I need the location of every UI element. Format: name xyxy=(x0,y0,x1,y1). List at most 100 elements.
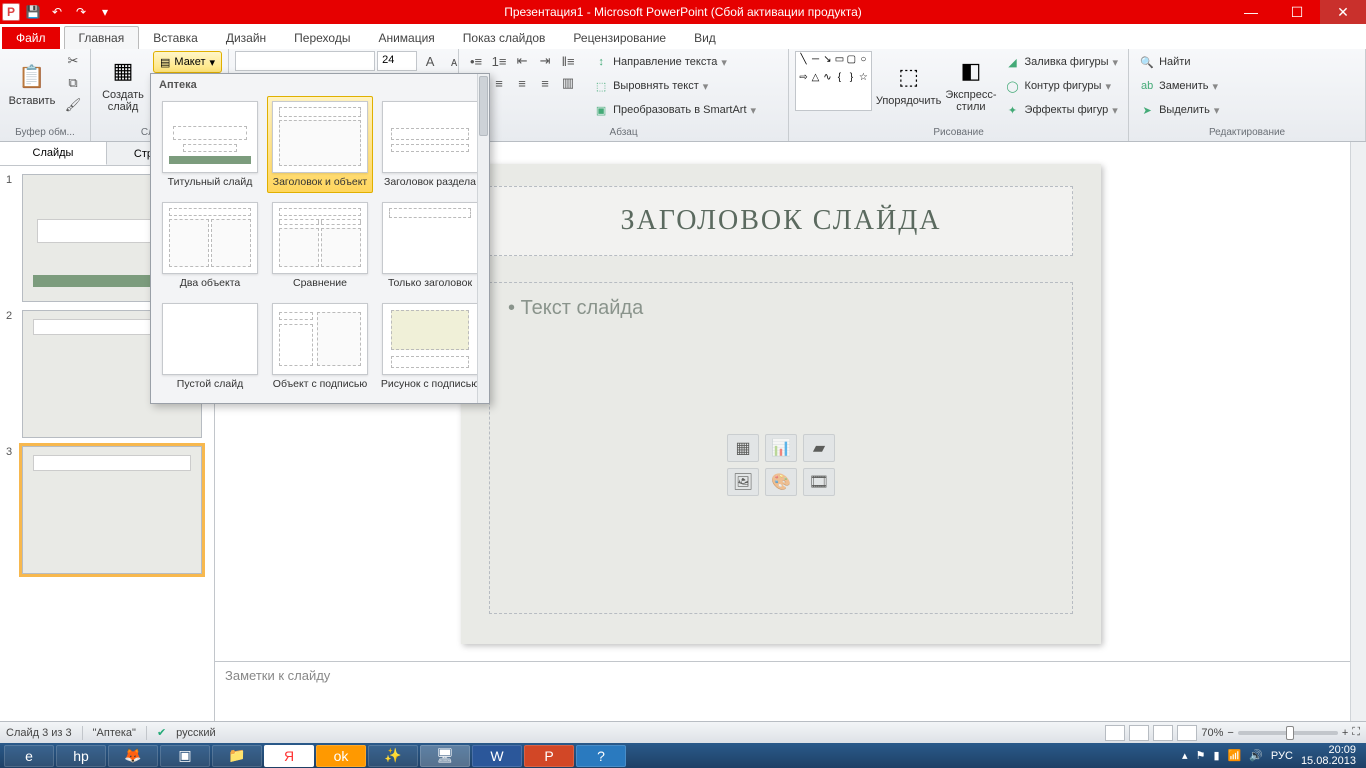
select-button[interactable]: ➤Выделить▾ xyxy=(1135,99,1223,121)
layout-title-only[interactable]: Только заголовок xyxy=(377,197,483,294)
tab-transitions[interactable]: Переходы xyxy=(280,27,364,49)
layout-section-header[interactable]: Заголовок раздела xyxy=(377,96,483,193)
shape-arrow-icon[interactable]: ⇨ xyxy=(798,72,809,89)
layout-title-slide[interactable]: Титульный слайд xyxy=(157,96,263,193)
indent-inc-button[interactable]: ⇥ xyxy=(534,51,556,71)
status-lang[interactable]: русский xyxy=(176,727,215,739)
taskbar-word[interactable]: W xyxy=(472,745,522,767)
text-direction-button[interactable]: ↕Направление текста▾ xyxy=(589,51,760,73)
insert-picture-icon[interactable]: 🖼 xyxy=(727,468,759,496)
tab-view[interactable]: Вид xyxy=(680,27,730,49)
zoom-in-button[interactable]: + xyxy=(1342,727,1348,739)
tray-lang[interactable]: РУС xyxy=(1271,750,1293,762)
taskbar-help[interactable]: ? xyxy=(576,745,626,767)
copy-button[interactable]: ⧉ xyxy=(62,73,84,93)
close-button[interactable]: ✕ xyxy=(1320,0,1366,24)
shape-brace2-icon[interactable]: } xyxy=(846,72,857,89)
view-reading-button[interactable] xyxy=(1153,725,1173,741)
shape-rect-icon[interactable]: ▭ xyxy=(834,54,845,71)
tray-battery-icon[interactable]: ▮ xyxy=(1213,749,1219,762)
zoom-out-button[interactable]: − xyxy=(1227,727,1233,739)
taskbar-app4[interactable]: ▣ xyxy=(160,745,210,767)
taskbar-ok[interactable]: ok xyxy=(316,745,366,767)
bullets-button[interactable]: •≡ xyxy=(465,51,487,71)
layout-picture-with-caption[interactable]: Рисунок с подписью xyxy=(377,298,483,395)
justify-button[interactable]: ≡ xyxy=(534,73,556,93)
minimize-button[interactable]: — xyxy=(1228,0,1274,24)
grow-font-button[interactable]: A xyxy=(419,51,441,71)
taskbar-firefox[interactable]: 🦊 xyxy=(108,745,158,767)
tray-volume-icon[interactable]: 🔊 xyxy=(1249,749,1263,762)
tab-home[interactable]: Главная xyxy=(64,26,140,50)
tray-network-icon[interactable]: 📶 xyxy=(1228,749,1242,762)
shape-rect2-icon[interactable]: ▢ xyxy=(846,54,857,71)
insert-table-icon[interactable]: ▦ xyxy=(727,434,759,462)
shape-effects-button[interactable]: ✦Эффекты фигур▾ xyxy=(1001,99,1123,121)
zoom-slider[interactable] xyxy=(1238,731,1338,735)
quick-styles-button[interactable]: ◧ Экспресс-стили xyxy=(945,51,996,117)
notes-pane[interactable]: Заметки к слайду xyxy=(215,661,1350,721)
panel-tab-slides[interactable]: Слайды xyxy=(0,142,107,165)
shape-line-icon[interactable]: ╲ xyxy=(798,54,809,71)
tray-flag-icon[interactable]: ⚑ xyxy=(1196,749,1206,762)
arrange-button[interactable]: ⬚ Упорядочить xyxy=(876,51,941,117)
smartart-button[interactable]: ▣Преобразовать в SmartArt▾ xyxy=(589,99,760,121)
numbering-button[interactable]: 1≡ xyxy=(488,51,510,71)
font-family-combo[interactable] xyxy=(235,51,375,71)
layout-content-with-caption[interactable]: Объект с подписью xyxy=(267,298,373,395)
tab-slideshow[interactable]: Показ слайдов xyxy=(449,27,560,49)
taskbar-app9[interactable]: 🖥 xyxy=(420,745,470,767)
redo-button[interactable]: ↷ xyxy=(70,2,92,22)
zoom-level[interactable]: 70% xyxy=(1201,727,1223,739)
align-right-button[interactable]: ≡ xyxy=(511,73,533,93)
tab-review[interactable]: Рецензирование xyxy=(559,27,680,49)
shape-brace-icon[interactable]: { xyxy=(834,72,845,89)
layout-button[interactable]: ▤ Макет ▾ xyxy=(153,51,222,73)
tray-clock[interactable]: 20:09 15.08.2013 xyxy=(1301,745,1356,767)
layout-two-content[interactable]: Два объекта xyxy=(157,197,263,294)
columns-button[interactable]: ▥ xyxy=(557,73,579,93)
shape-line3-icon[interactable]: ↘ xyxy=(822,54,833,71)
shape-tri-icon[interactable]: △ xyxy=(810,72,821,89)
maximize-button[interactable]: ☐ xyxy=(1274,0,1320,24)
save-button[interactable]: 💾 xyxy=(22,2,44,22)
font-size-combo[interactable]: 24 xyxy=(377,51,417,71)
shape-oval-icon[interactable]: ○ xyxy=(858,54,869,71)
fit-button[interactable]: ⛶ xyxy=(1352,726,1360,739)
taskbar-hp[interactable]: hp xyxy=(56,745,106,767)
taskbar-yandex[interactable]: Я xyxy=(264,745,314,767)
align-text-button[interactable]: ⬚Выровнять текст▾ xyxy=(589,75,760,97)
taskbar-powerpoint[interactable]: P xyxy=(524,745,574,767)
new-slide-button[interactable]: ▦ Создать слайд xyxy=(97,51,149,117)
editor-scrollbar[interactable] xyxy=(1350,142,1366,721)
spell-check-icon[interactable]: ✔ xyxy=(157,726,166,739)
slide-canvas[interactable]: ЗАГОЛОВОК СЛАЙДА • Текст слайда ▦ 📊 ▰ 🖼 … xyxy=(461,164,1101,644)
align-center-button[interactable]: ≡ xyxy=(488,73,510,93)
layout-blank[interactable]: Пустой слайд xyxy=(157,298,263,395)
insert-media-icon[interactable]: 🎞 xyxy=(803,468,835,496)
qat-dropdown[interactable]: ▾ xyxy=(94,2,116,22)
shape-line2-icon[interactable]: ─ xyxy=(810,54,821,71)
layout-comparison[interactable]: Сравнение xyxy=(267,197,373,294)
shape-fill-button[interactable]: ◢Заливка фигуры▾ xyxy=(1001,51,1123,73)
taskbar-app8[interactable]: ✨ xyxy=(368,745,418,767)
taskbar-ie[interactable]: e xyxy=(4,745,54,767)
thumbnail-3[interactable]: 3 xyxy=(0,442,214,578)
cut-button[interactable]: ✂ xyxy=(62,51,84,71)
undo-button[interactable]: ↶ xyxy=(46,2,68,22)
insert-smartart-icon[interactable]: ▰ xyxy=(803,434,835,462)
view-normal-button[interactable] xyxy=(1105,725,1125,741)
tab-file[interactable]: Файл xyxy=(2,27,60,49)
line-spacing-button[interactable]: ‖≡ xyxy=(557,51,579,71)
view-sorter-button[interactable] xyxy=(1129,725,1149,741)
view-slideshow-button[interactable] xyxy=(1177,725,1197,741)
indent-dec-button[interactable]: ⇤ xyxy=(511,51,533,71)
insert-chart-icon[interactable]: 📊 xyxy=(765,434,797,462)
replace-button[interactable]: abЗаменить▾ xyxy=(1135,75,1223,97)
taskbar-explorer[interactable]: 📁 xyxy=(212,745,262,767)
tab-animation[interactable]: Анимация xyxy=(364,27,448,49)
paste-button[interactable]: 📋 Вставить xyxy=(6,51,58,117)
layout-panel-scrollbar[interactable] xyxy=(477,74,489,403)
layout-title-and-content[interactable]: Заголовок и объект xyxy=(267,96,373,193)
format-painter-button[interactable]: 🖌 xyxy=(62,95,84,115)
